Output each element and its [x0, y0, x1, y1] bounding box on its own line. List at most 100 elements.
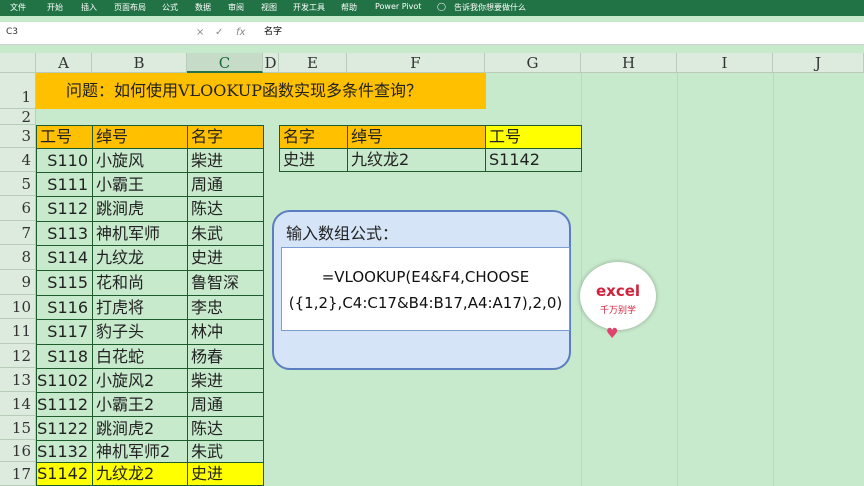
col-header-f[interactable]: F	[347, 53, 485, 73]
table-cell-nickname[interactable]: 打虎将	[92, 295, 188, 320]
row-header-16[interactable]: 16	[0, 440, 36, 462]
table-cell-name[interactable]: 杨春	[187, 344, 264, 369]
table-cell-nickname[interactable]: 九纹龙	[92, 245, 188, 271]
row-header-2[interactable]: 2	[0, 109, 36, 125]
row-header-5[interactable]: 5	[0, 172, 36, 196]
tab-data[interactable]: 数据	[195, 2, 211, 13]
table-cell-id[interactable]: S1142	[36, 462, 93, 486]
tab-home[interactable]: 开始	[47, 2, 63, 13]
lookup-value-nickname[interactable]: 九纹龙2	[347, 148, 486, 172]
table-cell-id[interactable]: S111	[36, 172, 93, 197]
row-header-7[interactable]: 7	[0, 221, 36, 245]
table-cell-nickname[interactable]: 小霸王	[92, 172, 188, 197]
tab-help[interactable]: 帮助	[341, 2, 357, 13]
lookup-value-name[interactable]: 史进	[279, 148, 348, 172]
table-cell-id[interactable]: S116	[36, 295, 93, 320]
table-cell-nickname[interactable]: 花和尚	[92, 270, 188, 296]
table-cell-name[interactable]: 朱武	[187, 221, 264, 246]
table-header-nickname[interactable]: 绰号	[92, 125, 188, 149]
name-box[interactable]: C3	[2, 25, 184, 40]
tab-power-pivot[interactable]: Power Pivot	[375, 2, 421, 11]
lookup-header-id[interactable]: 工号	[485, 125, 582, 149]
table-header-name[interactable]: 名字	[187, 125, 264, 149]
table-cell-nickname[interactable]: 跳涧虎	[92, 196, 188, 222]
row-header-17[interactable]: 17	[0, 462, 36, 486]
formula-text: =VLOOKUP(E4&F4,CHOOSE ({1,2},C4:C17&B4:B…	[281, 247, 570, 331]
table-cell-name[interactable]: 林冲	[187, 319, 264, 345]
table-cell-name[interactable]: 史进	[187, 245, 264, 271]
table-cell-name[interactable]: 柴进	[187, 148, 264, 173]
table-cell-nickname[interactable]: 跳涧虎2	[92, 416, 188, 441]
col-header-d[interactable]: D	[263, 53, 279, 73]
col-header-j[interactable]: J	[773, 53, 864, 73]
table-cell-nickname[interactable]: 小旋风2	[92, 368, 188, 393]
row-header-14[interactable]: 14	[0, 392, 36, 416]
col-header-e[interactable]: E	[279, 53, 347, 73]
col-header-c[interactable]: C	[187, 53, 263, 73]
row-header-11[interactable]: 11	[0, 319, 36, 344]
table-cell-name[interactable]: 周通	[187, 172, 264, 197]
row-header-15[interactable]: 15	[0, 416, 36, 440]
select-all-corner[interactable]	[0, 53, 36, 73]
table-cell-name[interactable]: 柴进	[187, 368, 264, 393]
excel-logo: excel 千万别学	[580, 262, 656, 330]
tab-formulas[interactable]: 公式	[162, 2, 178, 13]
table-cell-id[interactable]: S115	[36, 270, 93, 296]
table-cell-id[interactable]: S118	[36, 344, 93, 369]
tab-review[interactable]: 审阅	[228, 2, 244, 13]
table-cell-name[interactable]: 李忠	[187, 295, 264, 320]
col-header-a[interactable]: A	[36, 53, 92, 73]
col-header-g[interactable]: G	[485, 53, 581, 73]
table-header-id[interactable]: 工号	[36, 125, 93, 149]
formula-input[interactable]: 名字	[264, 25, 282, 40]
row-header-4[interactable]: 4	[0, 148, 36, 172]
lightbulb-icon[interactable]: ◯	[437, 2, 446, 11]
lookup-header-nickname[interactable]: 绰号	[347, 125, 486, 149]
table-cell-name[interactable]: 陈达	[187, 196, 264, 222]
row-header-1[interactable]: 1	[0, 73, 36, 109]
tab-page-layout[interactable]: 页面布局	[114, 2, 146, 13]
table-cell-name[interactable]: 朱武	[187, 440, 264, 463]
table-cell-id[interactable]: S114	[36, 245, 93, 271]
table-cell-nickname[interactable]: 小旋风	[92, 148, 188, 173]
table-cell-nickname[interactable]: 神机军师2	[92, 440, 188, 463]
table-cell-nickname[interactable]: 九纹龙2	[92, 462, 188, 486]
row-header-9[interactable]: 9	[0, 270, 36, 295]
lookup-value-id[interactable]: S1142	[485, 148, 582, 172]
table-cell-id[interactable]: S1122	[36, 416, 93, 441]
row-header-10[interactable]: 10	[0, 295, 36, 319]
table-cell-nickname[interactable]: 神机军师	[92, 221, 188, 246]
lookup-header-name[interactable]: 名字	[279, 125, 348, 149]
row-header-6[interactable]: 6	[0, 196, 36, 221]
row-header-8[interactable]: 8	[0, 245, 36, 270]
table-cell-nickname[interactable]: 白花蛇	[92, 344, 188, 369]
table-cell-nickname[interactable]: 小霸王2	[92, 392, 188, 417]
table-cell-id[interactable]: S110	[36, 148, 93, 173]
row-header-12[interactable]: 12	[0, 344, 36, 368]
col-header-h[interactable]: H	[581, 53, 677, 73]
table-cell-id[interactable]: S113	[36, 221, 93, 246]
table-cell-name[interactable]: 史进	[187, 462, 264, 486]
table-cell-id[interactable]: S1132	[36, 440, 93, 463]
enter-icon[interactable]: ✓	[215, 25, 223, 40]
table-cell-id[interactable]: S112	[36, 196, 93, 222]
col-header-b[interactable]: B	[92, 53, 187, 73]
tab-view[interactable]: 视图	[261, 2, 277, 13]
table-cell-name[interactable]: 陈达	[187, 416, 264, 441]
tell-me-search[interactable]: 告诉我你想要做什么	[454, 2, 526, 13]
table-cell-id[interactable]: S1102	[36, 368, 93, 393]
fx-icon[interactable]: fx	[236, 25, 245, 40]
table-cell-nickname[interactable]: 豹子头	[92, 319, 188, 345]
row-header-13[interactable]: 13	[0, 368, 36, 392]
table-cell-name[interactable]: 鲁智深	[187, 270, 264, 296]
tab-insert[interactable]: 插入	[81, 2, 97, 13]
tab-file[interactable]: 文件	[10, 2, 26, 13]
col-header-i[interactable]: I	[677, 53, 773, 73]
cancel-icon[interactable]: ×	[196, 25, 204, 40]
row-header-3[interactable]: 3	[0, 125, 36, 148]
tab-developer[interactable]: 开发工具	[293, 2, 325, 13]
table-cell-id[interactable]: S117	[36, 319, 93, 345]
table-cell-id[interactable]: S1112	[36, 392, 93, 417]
question-title[interactable]: 问题：如何使用VLOOKUP函数实现多条件查询？	[36, 73, 486, 109]
table-cell-name[interactable]: 周通	[187, 392, 264, 417]
